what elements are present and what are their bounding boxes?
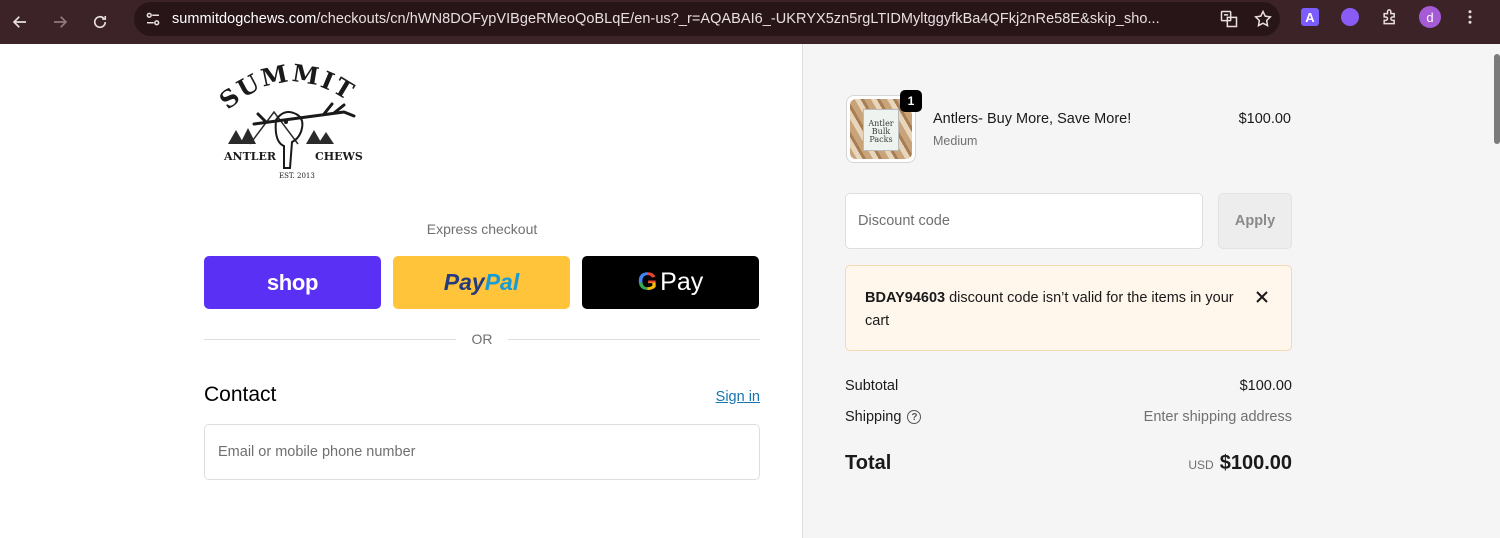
logo-est: EST. 2013 — [279, 172, 315, 180]
paypal-button[interactable]: PayPal — [393, 256, 570, 309]
back-arrow-icon[interactable] — [0, 5, 40, 39]
close-icon[interactable] — [1251, 286, 1273, 308]
translate-icon[interactable] — [1212, 2, 1246, 36]
discount-code-field[interactable] — [845, 193, 1203, 249]
or-label: OR — [471, 331, 493, 347]
scrollbar[interactable] — [1494, 54, 1500, 144]
discount-error-code: BDAY94603 — [865, 290, 946, 306]
paypal-label: PayPal — [444, 269, 519, 296]
shipping-label-row: Shipping ? — [845, 409, 922, 425]
reload-icon[interactable] — [80, 5, 120, 39]
bookmark-star-icon[interactable] — [1246, 2, 1280, 36]
shipping-value: Enter shipping address — [1143, 409, 1292, 425]
total-label: Total — [845, 452, 892, 474]
extension-circle-shape — [1341, 8, 1359, 26]
forward-arrow-icon[interactable] — [40, 5, 80, 39]
google-g-icon: G — [637, 268, 658, 296]
google-pay-label: G Pay — [638, 268, 704, 297]
site-info-icon[interactable] — [134, 2, 172, 36]
product-image-card: Antler Bulk Packs — [863, 109, 899, 151]
product-variant: Medium — [933, 134, 978, 148]
discount-error-text: BDAY94603 discount code isn’t valid for … — [865, 287, 1235, 333]
paypal-label-pal: Pal — [484, 269, 520, 295]
browser-toolbar: summitdogchews.com/checkouts/cn/hWN8DOFy… — [0, 0, 1500, 44]
product-price: $100.00 — [1238, 111, 1291, 127]
total-value: $100.00 — [1219, 452, 1292, 474]
apply-discount-button[interactable]: Apply — [1218, 193, 1292, 249]
subtotal-value: $100.00 — [1239, 378, 1292, 394]
email-field[interactable] — [204, 424, 760, 480]
discount-error-alert: BDAY94603 discount code isn’t valid for … — [845, 265, 1292, 351]
total-currency: USD — [1188, 458, 1214, 472]
logo-chews: CHEWS — [315, 150, 363, 163]
google-pay-button[interactable]: G Pay — [582, 256, 759, 309]
subtotal-label: Subtotal — [845, 378, 899, 394]
google-pay-text: Pay — [660, 268, 704, 296]
shop-pay-button[interactable]: shop — [204, 256, 381, 309]
profile-initial: d — [1419, 6, 1441, 28]
url-text[interactable]: summitdogchews.com/checkouts/cn/hWN8DOFy… — [172, 11, 1212, 27]
quantity-badge: 1 — [900, 90, 922, 112]
svg-text:SUMMIT: SUMMIT — [214, 58, 360, 115]
product-name: Antlers- Buy More, Save More! — [933, 111, 1132, 127]
logo-antler: ANTLER — [223, 150, 277, 163]
extension-circle-icon[interactable] — [1330, 0, 1370, 34]
logo-word: SUMMIT — [214, 58, 359, 115]
address-bar[interactable]: summitdogchews.com/checkouts/cn/hWN8DOFy… — [134, 2, 1280, 36]
extensions-area: A d — [1290, 0, 1490, 34]
total-amount: USD $100.00 — [1100, 452, 1292, 475]
extension-a-icon[interactable]: A — [1290, 0, 1330, 34]
contact-heading: Contact — [204, 383, 277, 406]
shipping-label: Shipping — [845, 409, 902, 425]
url-path: /checkouts/cn/hWN8DOFypVIBgeRMeoQoBLqE/e… — [316, 11, 1160, 27]
url-host: summitdogchews.com — [172, 11, 317, 27]
express-checkout-label: Express checkout — [426, 221, 538, 237]
paypal-label-pay: Pay — [443, 269, 485, 295]
shop-pay-label: shop — [266, 269, 319, 295]
help-circle-icon[interactable]: ? — [907, 410, 922, 424]
profile-avatar[interactable]: d — [1410, 0, 1450, 34]
extension-a-letter: A — [1301, 8, 1319, 26]
summit-logo[interactable]: SUMMIT ANTLER CHEWS EST. 2013 — [214, 58, 374, 186]
extensions-puzzle-icon[interactable] — [1370, 0, 1410, 34]
sign-in-link[interactable]: Sign in — [690, 389, 760, 405]
more-vertical-icon[interactable] — [1450, 0, 1490, 34]
